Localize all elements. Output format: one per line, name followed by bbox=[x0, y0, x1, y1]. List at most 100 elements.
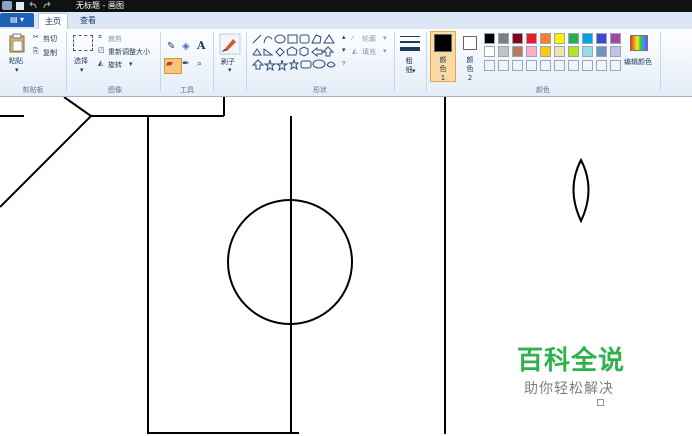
resize-icon[interactable]: ◰ bbox=[98, 46, 105, 54]
palette-color-swatch[interactable] bbox=[540, 46, 551, 57]
redo-icon[interactable] bbox=[42, 1, 52, 10]
canvas-resize-handle[interactable] bbox=[597, 399, 604, 406]
drawn-line bbox=[63, 96, 92, 117]
copy-icon[interactable]: ⎘ bbox=[33, 47, 39, 56]
window-title: 无标题 - 画图 bbox=[76, 1, 124, 10]
crop-icon[interactable]: ⌗ bbox=[98, 33, 102, 42]
palette-color-swatch[interactable] bbox=[554, 33, 565, 44]
shapes-gallery[interactable] bbox=[251, 33, 349, 73]
outline-icon[interactable]: ⁄ bbox=[352, 34, 353, 42]
palette-color-swatch[interactable] bbox=[498, 33, 509, 44]
palette-color-swatch[interactable] bbox=[610, 46, 621, 57]
edit-colors-button[interactable]: 编辑颜色 bbox=[624, 57, 652, 67]
save-icon[interactable] bbox=[16, 2, 24, 10]
palette-color-swatch[interactable] bbox=[568, 46, 579, 57]
resize-button[interactable]: 重新调整大小 bbox=[108, 47, 150, 57]
separator bbox=[394, 32, 395, 92]
cut-icon[interactable]: ✂ bbox=[33, 33, 39, 41]
select-icon[interactable] bbox=[73, 35, 93, 51]
colors-group-label: 颜色 bbox=[536, 86, 550, 94]
palette-color-swatch[interactable] bbox=[540, 33, 551, 44]
watermark-slogan: 助你轻松解决 bbox=[524, 381, 614, 397]
eraser-icon[interactable]: ▰ bbox=[166, 59, 173, 69]
brush-icon[interactable] bbox=[219, 33, 241, 55]
shapes-more-icon[interactable]: ▿ bbox=[342, 59, 346, 67]
fill-dropdown-icon[interactable]: ▾ bbox=[383, 47, 387, 55]
color1-label[interactable]: 颜色 1 bbox=[437, 56, 449, 83]
magnifier-icon[interactable]: ⌕ bbox=[197, 59, 202, 69]
drawn-lens-shape bbox=[572, 157, 590, 224]
text-tool-icon[interactable]: A bbox=[197, 39, 206, 52]
custom-color-slot[interactable] bbox=[582, 60, 593, 71]
rotate-icon[interactable]: ◭ bbox=[98, 59, 103, 67]
cut-button[interactable]: 剪切 bbox=[43, 34, 57, 44]
custom-color-slot[interactable] bbox=[540, 60, 551, 71]
separator bbox=[160, 32, 161, 92]
custom-color-slot[interactable] bbox=[568, 60, 579, 71]
color1-swatch[interactable] bbox=[434, 34, 452, 52]
palette-color-swatch[interactable] bbox=[610, 33, 621, 44]
paint-app-icon[interactable] bbox=[2, 1, 12, 10]
palette-color-swatch[interactable] bbox=[526, 33, 537, 44]
paste-button[interactable]: 粘贴 bbox=[9, 56, 23, 66]
paste-dropdown-icon[interactable]: ▾ bbox=[15, 66, 19, 74]
select-button[interactable]: 选择 bbox=[74, 56, 88, 66]
custom-color-slot[interactable] bbox=[554, 60, 565, 71]
separator bbox=[660, 32, 661, 92]
palette-color-swatch[interactable] bbox=[484, 46, 495, 57]
fill-button[interactable]: 填充 bbox=[362, 47, 376, 57]
color-picker-icon[interactable]: ✒ bbox=[182, 59, 190, 69]
palette-color-swatch[interactable] bbox=[596, 46, 607, 57]
undo-icon[interactable] bbox=[28, 1, 38, 10]
shapes-scroll-up-icon[interactable]: ▴ bbox=[342, 33, 346, 41]
outline-dropdown-icon[interactable]: ▾ bbox=[383, 34, 387, 42]
drawn-line bbox=[0, 115, 92, 208]
palette-color-swatch[interactable] bbox=[526, 46, 537, 57]
clipboard-group-label: 剪贴板 bbox=[22, 86, 44, 94]
fill-icon[interactable]: ◈ bbox=[182, 41, 190, 52]
palette-color-swatch[interactable] bbox=[568, 33, 579, 44]
crop-button[interactable]: 裁剪 bbox=[108, 34, 122, 44]
outline-button[interactable]: 轮廓 bbox=[362, 34, 376, 44]
palette-color-swatch[interactable] bbox=[596, 33, 607, 44]
custom-color-slot[interactable] bbox=[498, 60, 509, 71]
line-size-icon[interactable] bbox=[400, 33, 420, 53]
rotate-button[interactable]: 旋转 bbox=[108, 60, 122, 70]
size-dropdown-icon[interactable]: ▾ bbox=[412, 67, 416, 75]
select-dropdown-icon[interactable]: ▾ bbox=[80, 66, 84, 74]
shapes-group-label: 形状 bbox=[313, 86, 327, 94]
ribbon-tab-bar bbox=[0, 12, 692, 30]
separator bbox=[213, 32, 214, 92]
fill-shape-icon[interactable]: ◭ bbox=[352, 47, 357, 55]
tab-home[interactable]: 主页 bbox=[38, 13, 68, 30]
separator bbox=[66, 32, 67, 92]
paste-icon[interactable] bbox=[8, 33, 26, 53]
palette-color-swatch[interactable] bbox=[512, 46, 523, 57]
palette-color-swatch[interactable] bbox=[582, 46, 593, 57]
copy-button[interactable]: 复制 bbox=[43, 48, 57, 58]
image-group-label: 图像 bbox=[108, 86, 122, 94]
file-menu-button[interactable]: ▤ ▾ bbox=[0, 13, 34, 27]
palette-color-swatch[interactable] bbox=[582, 33, 593, 44]
palette-color-swatch[interactable] bbox=[554, 46, 565, 57]
watermark-logo-text: 百科全说 bbox=[517, 346, 626, 376]
palette-color-swatch[interactable] bbox=[498, 46, 509, 57]
custom-color-slot[interactable] bbox=[512, 60, 523, 71]
tab-view[interactable]: 查看 bbox=[74, 13, 102, 29]
color2-label[interactable]: 颜色 2 bbox=[464, 56, 476, 83]
title-bar: 无标题 - 画图 bbox=[0, 0, 692, 12]
custom-color-slot[interactable] bbox=[610, 60, 621, 71]
custom-color-slot[interactable] bbox=[484, 60, 495, 71]
shapes-scroll-down-icon[interactable]: ▾ bbox=[342, 46, 346, 54]
custom-color-slot[interactable] bbox=[596, 60, 607, 71]
rotate-dropdown-icon[interactable]: ▾ bbox=[129, 60, 133, 68]
palette-color-swatch[interactable] bbox=[512, 33, 523, 44]
separator bbox=[246, 32, 247, 92]
custom-color-slot[interactable] bbox=[526, 60, 537, 71]
pencil-icon[interactable]: ✎ bbox=[167, 41, 175, 52]
color2-swatch[interactable] bbox=[463, 36, 477, 50]
edit-colors-icon[interactable] bbox=[630, 35, 648, 51]
brushes-dropdown-icon[interactable]: ▾ bbox=[228, 66, 232, 74]
palette-color-swatch[interactable] bbox=[484, 33, 495, 44]
separator bbox=[426, 32, 427, 92]
